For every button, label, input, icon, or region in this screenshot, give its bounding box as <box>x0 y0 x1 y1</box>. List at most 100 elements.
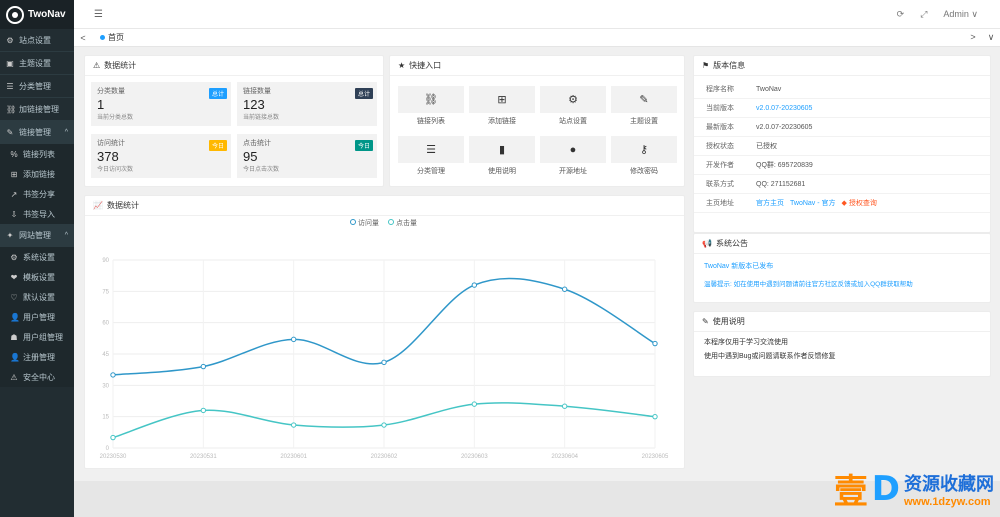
data-point[interactable] <box>471 401 478 407</box>
quick-entry-label[interactable]: 修改密码 <box>611 166 677 176</box>
quick-entry-label[interactable]: 主题设置 <box>611 116 677 126</box>
quick-entry-button[interactable]: ⊞ <box>469 86 535 113</box>
stat-label: 分类数量 <box>97 88 125 95</box>
sidebar-item[interactable]: ⚙ 系统设置 <box>0 247 74 267</box>
sidebar-group-system[interactable]: ✦ 网站管理 ^ <box>0 224 74 247</box>
tab-scroll-right-button[interactable]: > <box>964 32 982 43</box>
quick-entry-button[interactable]: ☰ <box>398 136 464 163</box>
default-icon: ♡ <box>10 292 18 302</box>
warning-icon: ⚠ <box>10 372 18 382</box>
stat-tile: 分类数量 总计 1 当前分类总数 <box>91 82 231 126</box>
stat-label: 访问统计 <box>97 140 125 147</box>
quick-entry-label[interactable]: 分类管理 <box>398 166 464 176</box>
info-row: 程序名称 TwoNav <box>694 80 990 99</box>
sidebar-item[interactable]: 👤 注册管理 <box>0 347 74 367</box>
quick-entry-label[interactable]: 开源地址 <box>540 166 606 176</box>
info-icon: ⚑ <box>702 61 710 70</box>
sidebar-item[interactable]: ☰ 分类管理 <box>0 75 74 98</box>
sidebar-item-label: 用户组管理 <box>23 332 63 342</box>
sidebar-item[interactable]: 👤 用户管理 <box>0 307 74 327</box>
legend-label[interactable]: 点击量 <box>396 218 417 227</box>
data-point[interactable] <box>381 422 387 428</box>
sidebar-item[interactable]: ⚙ 站点设置 <box>0 29 74 52</box>
data-point[interactable] <box>561 286 568 292</box>
data-point[interactable] <box>110 434 116 441</box>
notice-line[interactable]: 温馨提示: 如在使用中遇到问题请前往官方社区反馈或加入QQ群获取帮助 <box>704 278 980 292</box>
info-value[interactable]: v2.0.07-20230605 <box>756 105 812 112</box>
stat-sub: 今日点击次数 <box>243 167 280 173</box>
brand[interactable]: TwoNav <box>0 0 74 29</box>
chevron-up-icon: ^ <box>64 231 68 239</box>
quick-entry-button[interactable]: ● <box>540 136 606 163</box>
notice-line[interactable]: TwoNav 新版本已发布 <box>704 260 980 274</box>
legend-label[interactable]: 访问量 <box>358 218 379 227</box>
user-icon: 👤 <box>10 312 20 322</box>
sidebar-item-label: 书签导入 <box>23 209 55 219</box>
quick-entry-label[interactable]: 链接列表 <box>398 116 464 126</box>
data-point[interactable] <box>110 372 116 378</box>
tab-home[interactable]: 首页 <box>92 29 132 47</box>
data-point[interactable] <box>381 359 387 366</box>
x-tick-label: 20230601 <box>280 454 307 460</box>
quick-entry-button[interactable]: ⚷ <box>611 136 677 163</box>
quick-entry-button[interactable]: ✎ <box>611 86 677 113</box>
quick-entry-button[interactable]: ▮ <box>469 136 535 163</box>
active-dot-icon <box>100 35 105 40</box>
menu-toggle-icon[interactable]: ☰ <box>94 9 103 20</box>
data-point[interactable] <box>471 282 478 288</box>
twonav-link[interactable]: TwoNav - 官方 <box>790 198 836 208</box>
data-point[interactable] <box>290 422 297 428</box>
legend-marker[interactable] <box>350 219 356 225</box>
license-query-link[interactable]: ◆ 授权查询 <box>842 198 877 208</box>
sidebar-item[interactable]: ⊞ 添加链接 <box>0 164 74 184</box>
legend-marker[interactable] <box>388 219 394 225</box>
quick-entry-label[interactable]: 添加链接 <box>469 116 535 126</box>
x-tick-label: 20230531 <box>190 454 217 460</box>
data-point[interactable] <box>652 413 658 420</box>
stat-label: 点击统计 <box>243 140 271 147</box>
info-key: 当前版本 <box>706 105 734 112</box>
sidebar-item[interactable]: ⇩ 书签导入 <box>0 204 74 224</box>
quick-entry-label[interactable]: 使用说明 <box>469 166 535 176</box>
quick-entry-card: ★ 快捷入口 ⛓ 链接列表 ⊞ 添加链接 ⚙ 站点设置 ✎ 主题设置 ☰ 分类管理 ▮ 使用说明 ● 开源… <box>389 55 685 187</box>
quick-entry-button[interactable]: ⚙ <box>540 86 606 113</box>
info-key: 联系方式 <box>706 181 734 188</box>
list-icon: % <box>10 149 18 159</box>
stat-sub: 今日访问次数 <box>97 167 134 173</box>
add-icon: ⊞ <box>10 169 18 179</box>
sidebar-item[interactable]: % 链接列表 <box>0 144 74 164</box>
info-key: 程序名称 <box>706 86 734 93</box>
stat-value: 1 <box>97 97 105 112</box>
refresh-icon[interactable]: ⟳ <box>897 9 905 20</box>
data-point[interactable] <box>200 407 207 414</box>
notice-card: 📢 系统公告 TwoNav 新版本已发布 温馨提示: 如在使用中遇到问题请前往官… <box>693 233 991 303</box>
data-point[interactable] <box>200 363 207 370</box>
tab-scroll-left-button[interactable]: < <box>74 33 92 43</box>
sidebar-group-links[interactable]: ✎ 链接管理 ^ <box>0 121 74 144</box>
main-content: ⚠ 数据统计 分类数量 总计 1 当前分类总数 链接数量 总计 123 当前链接总数 访问统计今… <box>74 47 1000 517</box>
tab-more-button[interactable]: ∨ <box>982 32 1000 43</box>
sidebar-item[interactable]: ♡ 默认设置 <box>0 287 74 307</box>
stat-tile: 访问统计 今日 378 今日访问次数 <box>91 134 231 178</box>
data-point[interactable] <box>290 336 297 343</box>
sidebar-item[interactable]: ❤ 模板设置 <box>0 267 74 287</box>
sidebar-item[interactable]: ↗ 书签分享 <box>0 184 74 204</box>
data-point[interactable] <box>652 340 658 347</box>
sidebar-item[interactable]: ⛓ 加链接管理 <box>0 98 74 121</box>
sidebar-item[interactable]: ☗ 用户组管理 <box>0 327 74 347</box>
version-info-header: ⚑ 版本信息 <box>694 56 990 76</box>
user-menu[interactable]: Admin ∨ <box>943 9 978 20</box>
data-point[interactable] <box>561 403 568 409</box>
sidebar-item[interactable]: ⚠ 安全中心 <box>0 367 74 387</box>
fullscreen-icon[interactable]: ⤢ <box>920 9 927 20</box>
sidebar-item[interactable]: ▣ 主题设置 <box>0 52 74 75</box>
chevron-up-icon: ^ <box>64 128 68 136</box>
github-icon: ● <box>569 143 577 156</box>
y-tick-label: 15 <box>102 415 109 421</box>
chart-icon: 📈 <box>93 201 103 210</box>
quick-entry-label[interactable]: 站点设置 <box>540 116 606 126</box>
gear-icon: ⚙ <box>6 35 14 45</box>
import-icon: ⇩ <box>10 209 18 219</box>
official-homepage-link[interactable]: 官方主页 <box>756 198 784 208</box>
quick-entry-button[interactable]: ⛓ <box>398 86 464 113</box>
